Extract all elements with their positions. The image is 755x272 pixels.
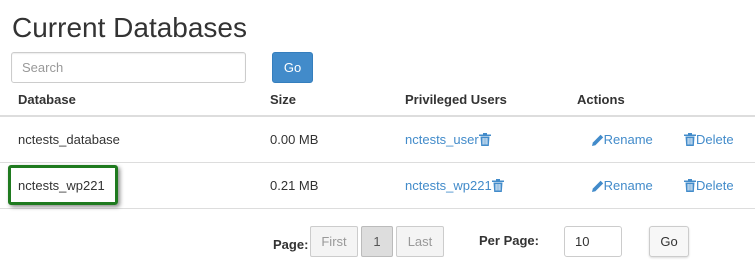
last-page-button[interactable]: Last <box>396 226 444 257</box>
first-page-button[interactable]: First <box>310 226 358 257</box>
delete-label: Delete <box>696 177 734 193</box>
pencil-icon <box>591 134 604 146</box>
delete-label: Delete <box>696 131 734 147</box>
table-row: nctests_database 0.00 MB nctests_user Re… <box>0 116 755 163</box>
column-header-privileged-users: Privileged Users <box>405 84 577 117</box>
rename-action[interactable]: Rename <box>591 177 653 193</box>
search-input[interactable] <box>11 52 246 83</box>
per-page-label: Per Page: <box>479 233 539 248</box>
rename-label: Rename <box>603 131 653 147</box>
delete-action[interactable]: Delete <box>684 178 734 193</box>
database-name: nctests_wp221 <box>0 162 270 209</box>
rename-label: Rename <box>603 177 653 193</box>
search-go-button[interactable]: Go <box>272 52 313 83</box>
actions-cell: Rename Delete <box>577 162 755 209</box>
database-size: 0.21 MB <box>270 162 405 209</box>
page-title: Current Databases <box>12 12 248 43</box>
per-page-input[interactable] <box>564 226 622 257</box>
databases-table: Database Size Privileged Users Actions n… <box>0 84 755 209</box>
page-label: Page: <box>273 237 309 252</box>
pagination-bar: Page: First 1 Last Per Page: Go <box>0 224 755 258</box>
column-header-size[interactable]: Size <box>270 84 405 117</box>
column-header-actions: Actions <box>577 84 755 117</box>
trash-icon[interactable] <box>491 178 504 192</box>
rename-action[interactable]: Rename <box>591 131 653 147</box>
column-header-database[interactable]: Database <box>0 84 270 117</box>
privileged-user-link[interactable]: nctests_wp221 <box>405 178 492 193</box>
table-row: nctests_wp221 0.21 MB nctests_wp221 Rena… <box>0 162 755 209</box>
privileged-user-cell: nctests_wp221 <box>405 162 577 209</box>
per-page-go-button[interactable]: Go <box>649 226 689 257</box>
table-header-row: Database Size Privileged Users Actions <box>0 84 755 117</box>
trash-icon <box>684 132 697 146</box>
trash-icon[interactable] <box>478 132 491 146</box>
actions-cell: Rename Delete <box>577 116 755 163</box>
page-1-button[interactable]: 1 <box>361 226 393 257</box>
delete-action[interactable]: Delete <box>684 132 734 147</box>
trash-icon <box>684 178 697 192</box>
privileged-user-link[interactable]: nctests_user <box>405 132 479 147</box>
database-size: 0.00 MB <box>270 116 405 163</box>
pencil-icon <box>591 180 604 192</box>
privileged-user-cell: nctests_user <box>405 116 577 163</box>
database-name: nctests_database <box>0 116 270 163</box>
